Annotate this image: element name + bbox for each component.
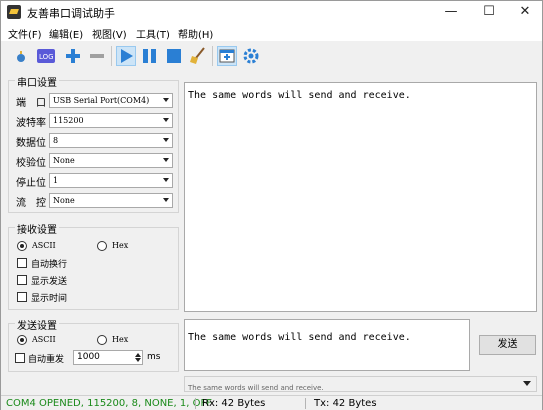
parity-select[interactable]: None bbox=[49, 153, 173, 168]
resend-interval-stepper[interactable]: 1000 bbox=[73, 350, 143, 365]
show-send-label: 显示发送 bbox=[31, 277, 68, 287]
databits-value: 8 bbox=[53, 136, 59, 145]
send-ascii-radio[interactable] bbox=[17, 335, 27, 345]
autowrap-label: 自动换行 bbox=[31, 260, 68, 270]
maximize-button[interactable]: ☐ bbox=[471, 1, 507, 23]
send-hex-radio[interactable] bbox=[97, 335, 107, 345]
flow-select[interactable]: None bbox=[49, 193, 173, 208]
auto-resend-checkbox[interactable] bbox=[15, 353, 25, 363]
serial-settings-group: 串口设置 端 口 USB Serial Port(COM4) 波特率 11520… bbox=[8, 74, 179, 213]
interval-unit: ms bbox=[147, 352, 161, 362]
close-button[interactable]: ✕ bbox=[507, 1, 543, 23]
show-time-checkbox[interactable] bbox=[17, 292, 27, 302]
port-select[interactable]: USB Serial Port(COM4) bbox=[49, 93, 173, 108]
send-ascii-label: ASCII bbox=[32, 335, 56, 344]
send-settings-group: 发送设置 ASCII Hex 自动重发 1000 ms bbox=[8, 317, 179, 372]
menu-help[interactable]: 帮助(H) bbox=[178, 26, 213, 41]
minimize-button[interactable]: — bbox=[433, 1, 469, 23]
menu-view[interactable]: 视图(V) bbox=[92, 26, 127, 41]
status-divider bbox=[305, 398, 306, 409]
chevron-down-icon bbox=[163, 178, 169, 182]
stopbits-select[interactable]: 1 bbox=[49, 173, 173, 188]
clear-broom-icon[interactable] bbox=[188, 46, 208, 66]
flow-value: None bbox=[53, 196, 75, 205]
chevron-down-icon bbox=[523, 381, 531, 386]
baud-select[interactable]: 115200 bbox=[49, 113, 173, 128]
chevron-down-icon bbox=[163, 158, 169, 162]
resend-interval-value: 1000 bbox=[77, 352, 100, 362]
baud-value: 115200 bbox=[53, 116, 84, 125]
pause-icon[interactable] bbox=[140, 46, 160, 66]
receive-text: The same words will send and receive. bbox=[188, 90, 411, 101]
app-window: 友善串口调试助手 — ☐ ✕ 文件(F) 编辑(E) 视图(V) 工具(T) 帮… bbox=[0, 0, 543, 410]
flow-label: 流 控 bbox=[16, 198, 46, 209]
app-icon bbox=[7, 5, 21, 19]
stepper-down-icon[interactable] bbox=[135, 358, 141, 362]
receive-ascii-radio[interactable] bbox=[17, 241, 27, 251]
stop-icon[interactable] bbox=[164, 46, 184, 66]
tx-count: Tx: 42 Bytes bbox=[314, 398, 377, 409]
port-label: 端 口 bbox=[16, 98, 46, 109]
show-time-label: 显示时间 bbox=[31, 294, 68, 304]
parity-label: 校验位 bbox=[16, 158, 46, 169]
receive-textarea[interactable]: The same words will send and receive. bbox=[184, 82, 537, 312]
menu-edit[interactable]: 编辑(E) bbox=[49, 26, 83, 41]
menu-file[interactable]: 文件(F) bbox=[8, 26, 42, 41]
receive-hex-label: Hex bbox=[112, 241, 129, 250]
send-history-dropdown[interactable]: The same words will send and receive. bbox=[184, 376, 537, 392]
open-icon[interactable] bbox=[11, 46, 31, 66]
databits-select[interactable]: 8 bbox=[49, 133, 173, 148]
settings-gear-icon[interactable] bbox=[241, 46, 261, 66]
port-value: USB Serial Port(COM4) bbox=[53, 96, 150, 105]
status-divider bbox=[195, 398, 196, 409]
stopbits-label: 停止位 bbox=[16, 178, 46, 189]
remove-icon[interactable] bbox=[87, 46, 107, 66]
autowrap-checkbox[interactable] bbox=[17, 258, 27, 268]
play-icon[interactable] bbox=[116, 46, 136, 66]
send-hex-label: Hex bbox=[112, 335, 129, 344]
chevron-down-icon bbox=[163, 118, 169, 122]
baud-label: 波特率 bbox=[16, 118, 46, 129]
serial-settings-title: 串口设置 bbox=[15, 74, 59, 89]
show-send-checkbox[interactable] bbox=[17, 275, 27, 285]
receive-settings-title: 接收设置 bbox=[15, 221, 59, 236]
databits-label: 数据位 bbox=[16, 138, 46, 149]
chevron-down-icon bbox=[163, 138, 169, 142]
send-history-value: The same words will send and receive. bbox=[188, 384, 324, 392]
chevron-down-icon bbox=[163, 98, 169, 102]
auto-resend-label: 自动重发 bbox=[28, 355, 65, 365]
receive-ascii-label: ASCII bbox=[32, 241, 56, 250]
add-icon[interactable] bbox=[63, 46, 83, 66]
menu-bar: 文件(F) 编辑(E) 视图(V) 工具(T) 帮助(H) bbox=[1, 23, 542, 41]
send-button[interactable]: 发送 bbox=[479, 335, 536, 355]
stopbits-value: 1 bbox=[53, 176, 59, 185]
new-window-icon[interactable] bbox=[217, 46, 237, 66]
connection-status: COM4 OPENED, 115200, 8, NONE, 1, OFF bbox=[6, 398, 212, 409]
send-settings-title: 发送设置 bbox=[15, 317, 59, 332]
send-textarea[interactable]: The same words will send and receive. bbox=[184, 319, 470, 371]
window-title: 友善串口调试助手 bbox=[27, 7, 115, 20]
receive-settings-group: 接收设置 ASCII Hex 自动换行 显示发送 显示时间 bbox=[8, 221, 179, 310]
toolbar: LOG bbox=[1, 42, 542, 70]
rx-count: Rx: 42 Bytes bbox=[202, 398, 266, 409]
status-bar: COM4 OPENED, 115200, 8, NONE, 1, OFF Rx:… bbox=[1, 395, 542, 410]
menu-tools[interactable]: 工具(T) bbox=[136, 26, 170, 41]
title-bar: 友善串口调试助手 — ☐ ✕ bbox=[1, 1, 542, 23]
parity-value: None bbox=[53, 156, 75, 165]
svg-text:LOG: LOG bbox=[39, 53, 54, 61]
receive-hex-radio[interactable] bbox=[97, 241, 107, 251]
log-icon[interactable]: LOG bbox=[36, 46, 56, 66]
stepper-up-icon[interactable] bbox=[135, 353, 141, 357]
send-text: The same words will send and receive. bbox=[188, 332, 411, 343]
chevron-down-icon bbox=[163, 198, 169, 202]
